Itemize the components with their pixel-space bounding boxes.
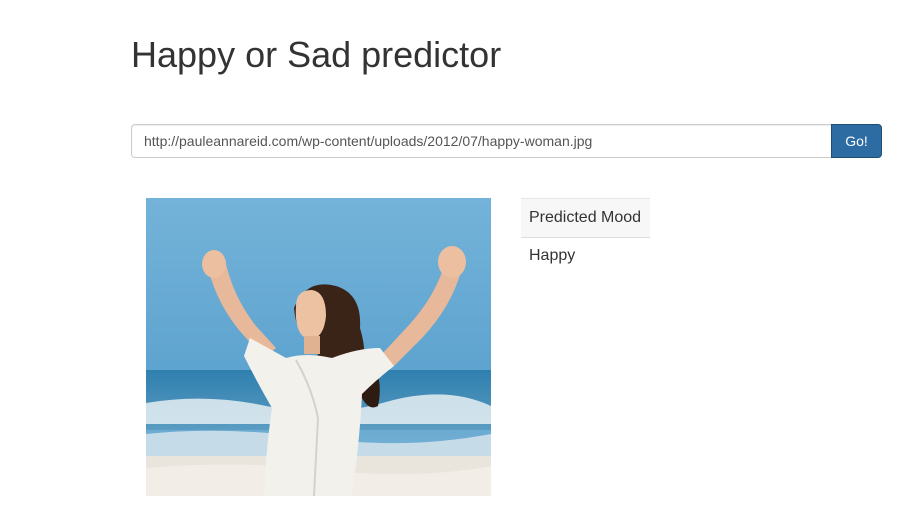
woman-photo-illustration [146, 198, 491, 496]
result-photo [146, 198, 491, 496]
prediction-table: Predicted Mood Happy [521, 198, 650, 274]
go-button[interactable]: Go! [831, 124, 882, 158]
predicted-mood-value: Happy [529, 247, 576, 264]
table-header-row: Predicted Mood [521, 198, 650, 238]
table-row: Happy [521, 238, 650, 275]
page: Happy or Sad predictor Go! [0, 0, 922, 528]
predicted-mood-header: Predicted Mood [521, 198, 650, 238]
page-title: Happy or Sad predictor [131, 34, 502, 75]
url-input[interactable] [131, 124, 831, 158]
url-input-group: Go! [131, 124, 882, 158]
